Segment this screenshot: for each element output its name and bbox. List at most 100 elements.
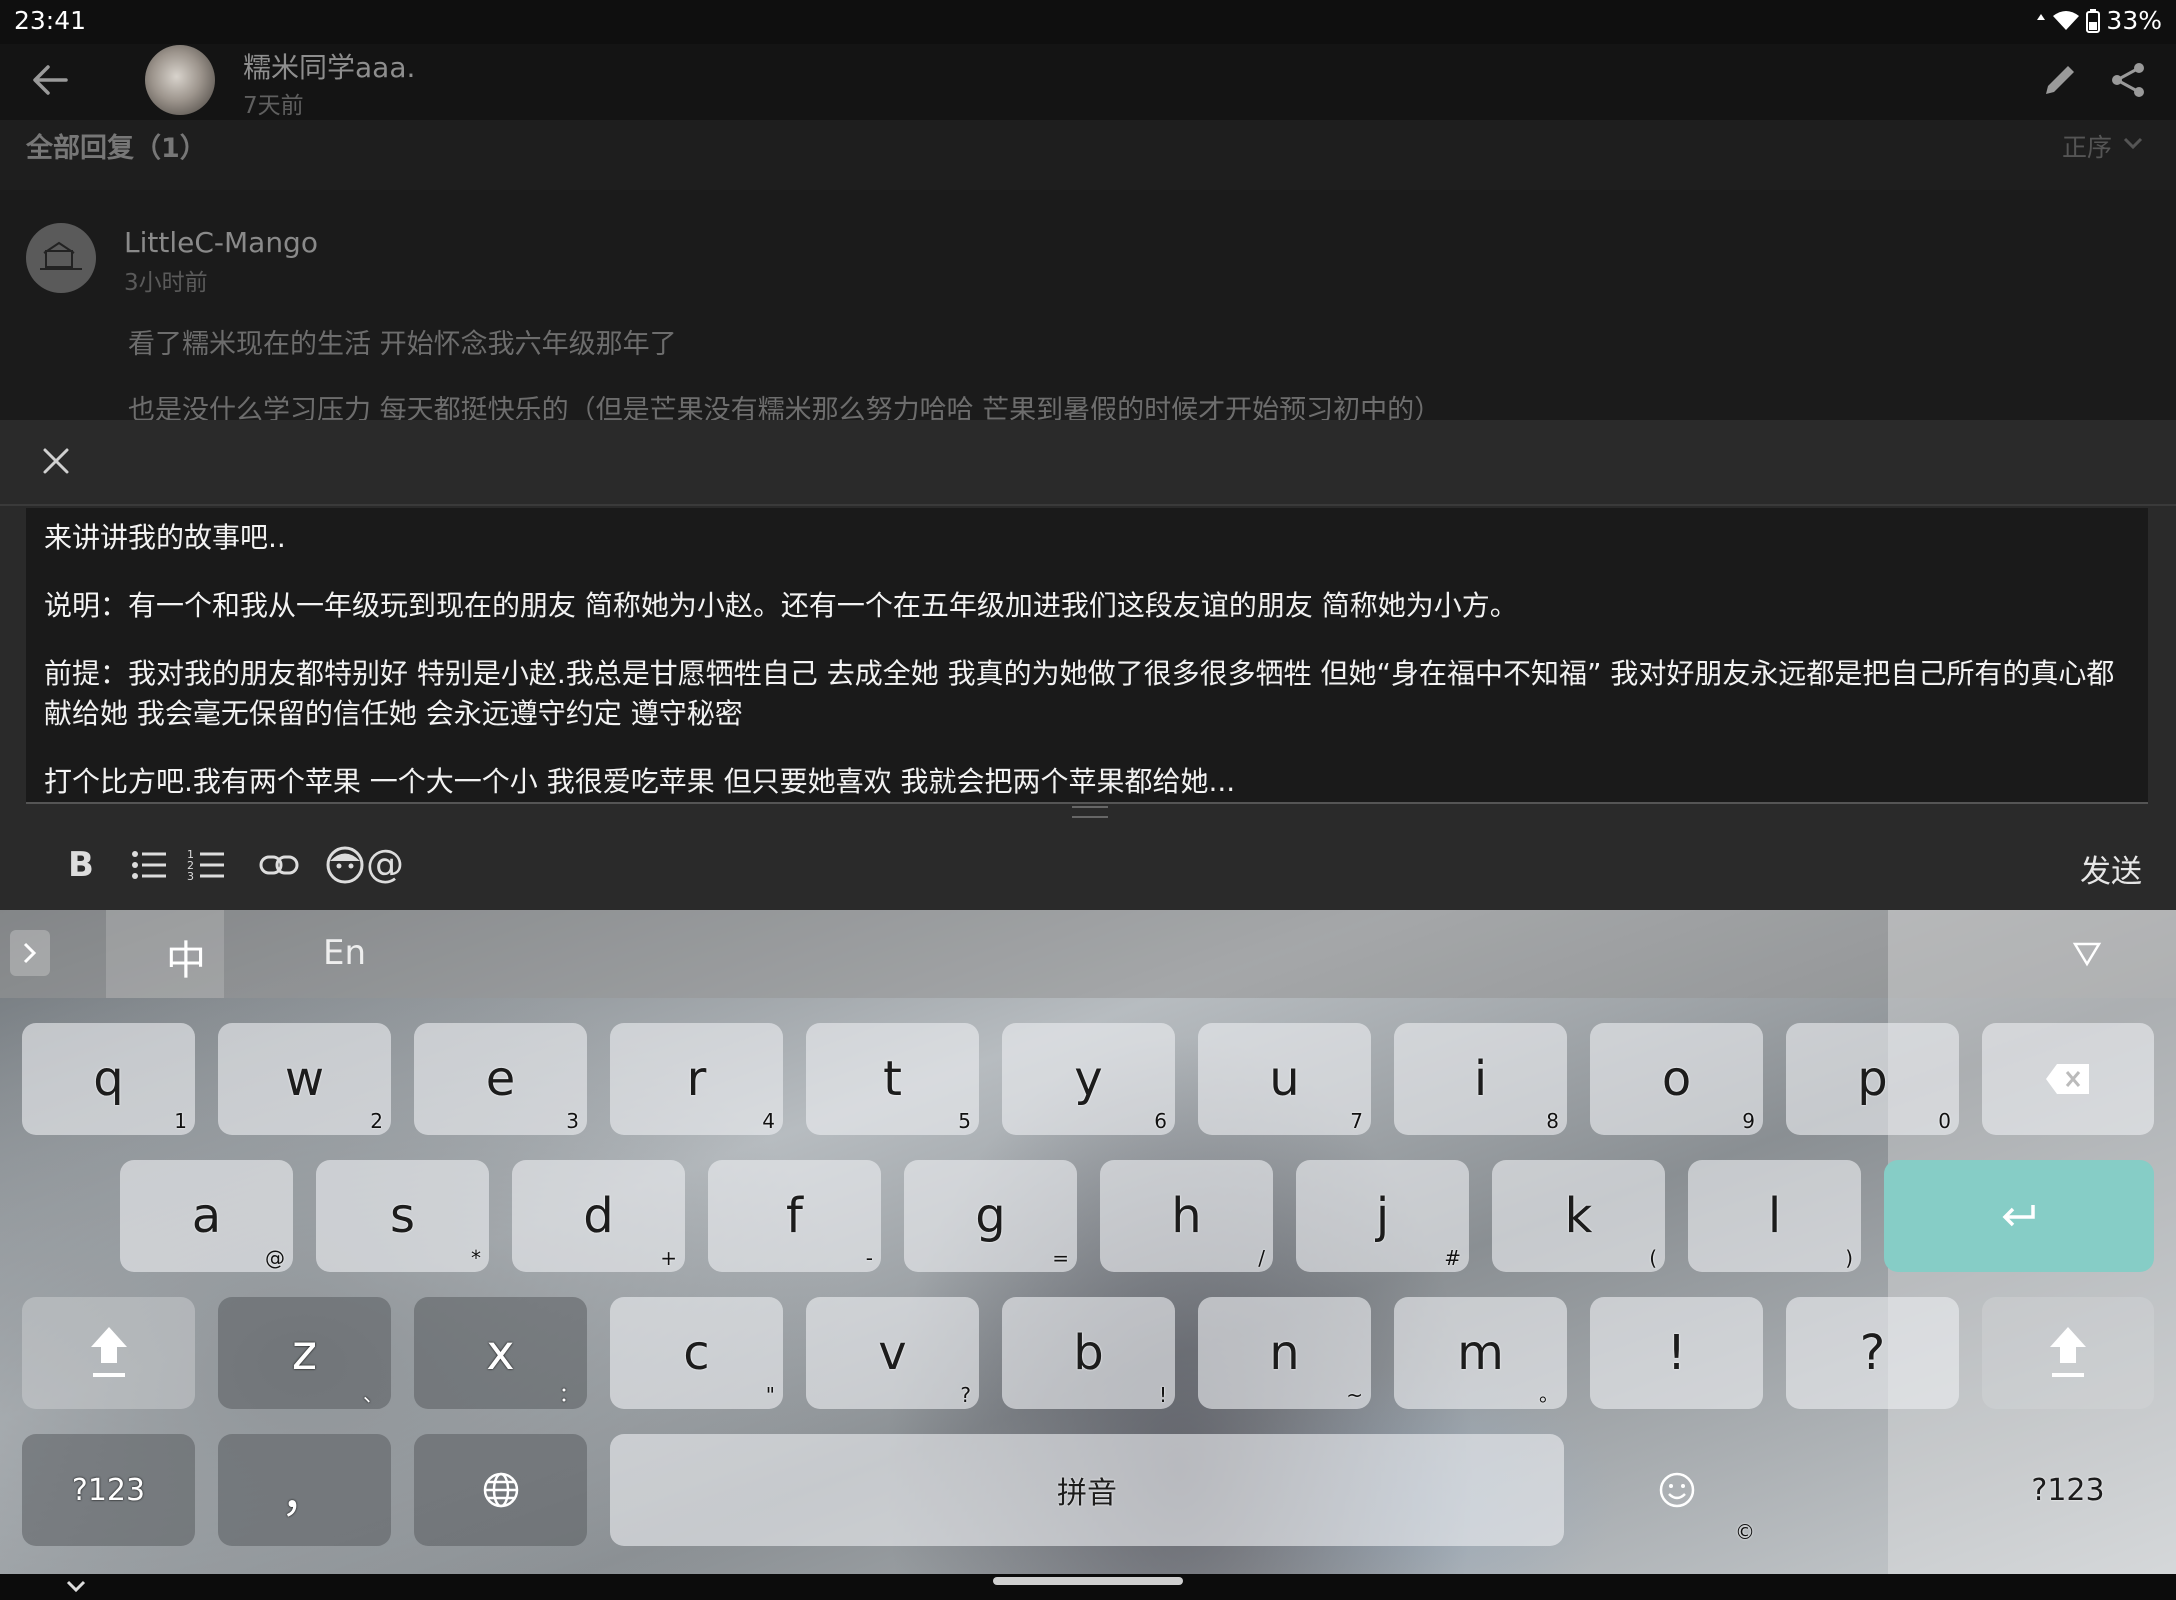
mention-icon[interactable]: @ (362, 842, 408, 888)
key-g[interactable]: g = (904, 1160, 1077, 1272)
sort-order-label[interactable]: 正序 (2062, 128, 2112, 164)
keyboard-expand-button[interactable] (10, 930, 50, 976)
key-a[interactable]: a @ (120, 1160, 293, 1272)
key-z[interactable]: z、 (218, 1297, 391, 1409)
key-v[interactable]: v? (806, 1297, 979, 1409)
keyboard-lang-english[interactable]: En (323, 933, 366, 973)
link-icon[interactable] (256, 842, 302, 888)
key-y[interactable]: y6 (1002, 1023, 1175, 1135)
key-hint: " (765, 1383, 775, 1407)
wifi-icon (2053, 10, 2080, 30)
key-s[interactable]: s * (316, 1160, 489, 1272)
key-i[interactable]: i8 (1394, 1023, 1567, 1135)
numbered-list-icon[interactable]: 1 2 3 (184, 842, 230, 888)
divider (0, 504, 2176, 506)
key-r[interactable]: r4 (610, 1023, 783, 1135)
comment-time: 3小时前 (124, 270, 208, 296)
author-name[interactable]: 糯米同学aaa. (243, 46, 415, 86)
home-gesture-handle[interactable] (993, 1577, 1183, 1585)
comma-key[interactable]: ， (218, 1434, 391, 1546)
key-j[interactable]: j # (1296, 1160, 1469, 1272)
key-hint: 8 (1546, 1109, 1559, 1133)
battery-icon (2086, 8, 2101, 33)
key-o[interactable]: o9 (1590, 1023, 1763, 1135)
key-q[interactable]: q1 (22, 1023, 195, 1135)
key-label: z (291, 1325, 318, 1381)
globe-icon (483, 1472, 518, 1508)
status-bar (0, 0, 2176, 44)
close-icon[interactable] (38, 443, 74, 479)
key-hint: 、 (363, 1382, 383, 1406)
language-globe-key[interactable] (414, 1434, 587, 1546)
key-label: b (1073, 1325, 1104, 1381)
keyboard-lang-chinese-label: 中 (166, 938, 206, 984)
share-icon[interactable] (2108, 60, 2148, 100)
author-avatar[interactable] (145, 45, 215, 115)
key-label: i (1473, 1051, 1488, 1107)
key-label: k (1564, 1188, 1593, 1244)
replies-header (0, 120, 2176, 190)
send-button[interactable]: 发送 (2080, 846, 2142, 891)
key-x[interactable]: x： (414, 1297, 587, 1409)
key-f[interactable]: f- (708, 1160, 881, 1272)
key-b[interactable]: b! (1002, 1297, 1175, 1409)
comment-text: 看了糯米现在的生活 开始怀念我六年级那年了 (128, 329, 677, 360)
edit-pencil-icon[interactable] (2040, 60, 2080, 100)
key-hint: 0 (1938, 1109, 1951, 1133)
key-k[interactable]: k( (1492, 1160, 1665, 1272)
key-c[interactable]: c " (610, 1297, 783, 1409)
shift-key[interactable] (22, 1297, 195, 1409)
bullet-list-icon[interactable] (126, 842, 172, 888)
space-key[interactable]: 拼音 (610, 1434, 1564, 1546)
key-label: 拼音 (1057, 1476, 1117, 1511)
key-hint: ( (1649, 1246, 1657, 1270)
key-label: ! (1666, 1325, 1687, 1381)
bold-icon[interactable]: B (58, 842, 104, 888)
key-hint: ) (1845, 1246, 1853, 1270)
key-hint: * (471, 1246, 481, 1270)
key-w[interactable]: w2 (218, 1023, 391, 1135)
keyboard-collapse-triangle-icon[interactable] (2070, 936, 2104, 970)
key-label: s (389, 1188, 415, 1244)
chevron-down-icon[interactable] (2120, 130, 2146, 156)
editor-paragraph: 前提：我对我的朋友都特别好 特别是小赵.我总是甘愿牺牲自己 去成全她 我真的为她… (44, 657, 2115, 730)
key-d[interactable]: d + (512, 1160, 685, 1272)
key-u[interactable]: u7 (1198, 1023, 1371, 1135)
key-hint: 7 (1350, 1109, 1363, 1133)
commenter-avatar[interactable] (26, 223, 96, 293)
signal-icon (2037, 13, 2046, 20)
key-n[interactable]: n ~ (1198, 1297, 1371, 1409)
key-t[interactable]: t5 (806, 1023, 979, 1135)
keyboard-lang-chinese[interactable] (106, 910, 224, 998)
key-label: c (683, 1325, 710, 1381)
key-hint: @ (265, 1246, 285, 1270)
key-?[interactable]: ? (1786, 1297, 1959, 1409)
key-l[interactable]: l) (1688, 1160, 1861, 1272)
key-hint: 1 (174, 1109, 187, 1133)
key-p[interactable]: p0 (1786, 1023, 1959, 1135)
chevron-right-icon (23, 942, 37, 964)
comment-card (0, 190, 2176, 420)
key-hint: 。 (1539, 1382, 1559, 1406)
reply-text-editor[interactable]: 来讲讲我的故事吧.. 说明：有一个和我从一年级玩到现在的朋友 简称她为小赵。还有… (26, 508, 2148, 804)
replies-title: 全部回复（1） (26, 133, 207, 164)
resize-handle[interactable] (1072, 806, 1108, 818)
symbols-key[interactable]: ?123 (1982, 1434, 2154, 1546)
enter-key[interactable] (1884, 1160, 2154, 1272)
key-hint: © (1735, 1520, 1755, 1544)
emoji-key[interactable]: © (1590, 1434, 1763, 1546)
key-hint: ~ (1346, 1383, 1363, 1407)
shift-key[interactable] (1982, 1297, 2154, 1409)
key-e[interactable]: e3 (414, 1023, 587, 1135)
commenter-name[interactable]: LittleC-Mango (124, 226, 318, 259)
key-h[interactable]: h / (1100, 1160, 1273, 1272)
back-arrow-icon[interactable] (28, 58, 72, 102)
key-label: u (1269, 1051, 1300, 1107)
key-m[interactable]: m。 (1394, 1297, 1567, 1409)
hide-keyboard-chevron-icon[interactable] (64, 1576, 88, 1596)
key-![interactable]: ! (1590, 1297, 1763, 1409)
symbols-key[interactable]: ?123 (22, 1434, 195, 1546)
key-hint: - (865, 1246, 873, 1270)
backspace-key[interactable] (1982, 1023, 2154, 1135)
key-hint: # (1444, 1246, 1461, 1270)
